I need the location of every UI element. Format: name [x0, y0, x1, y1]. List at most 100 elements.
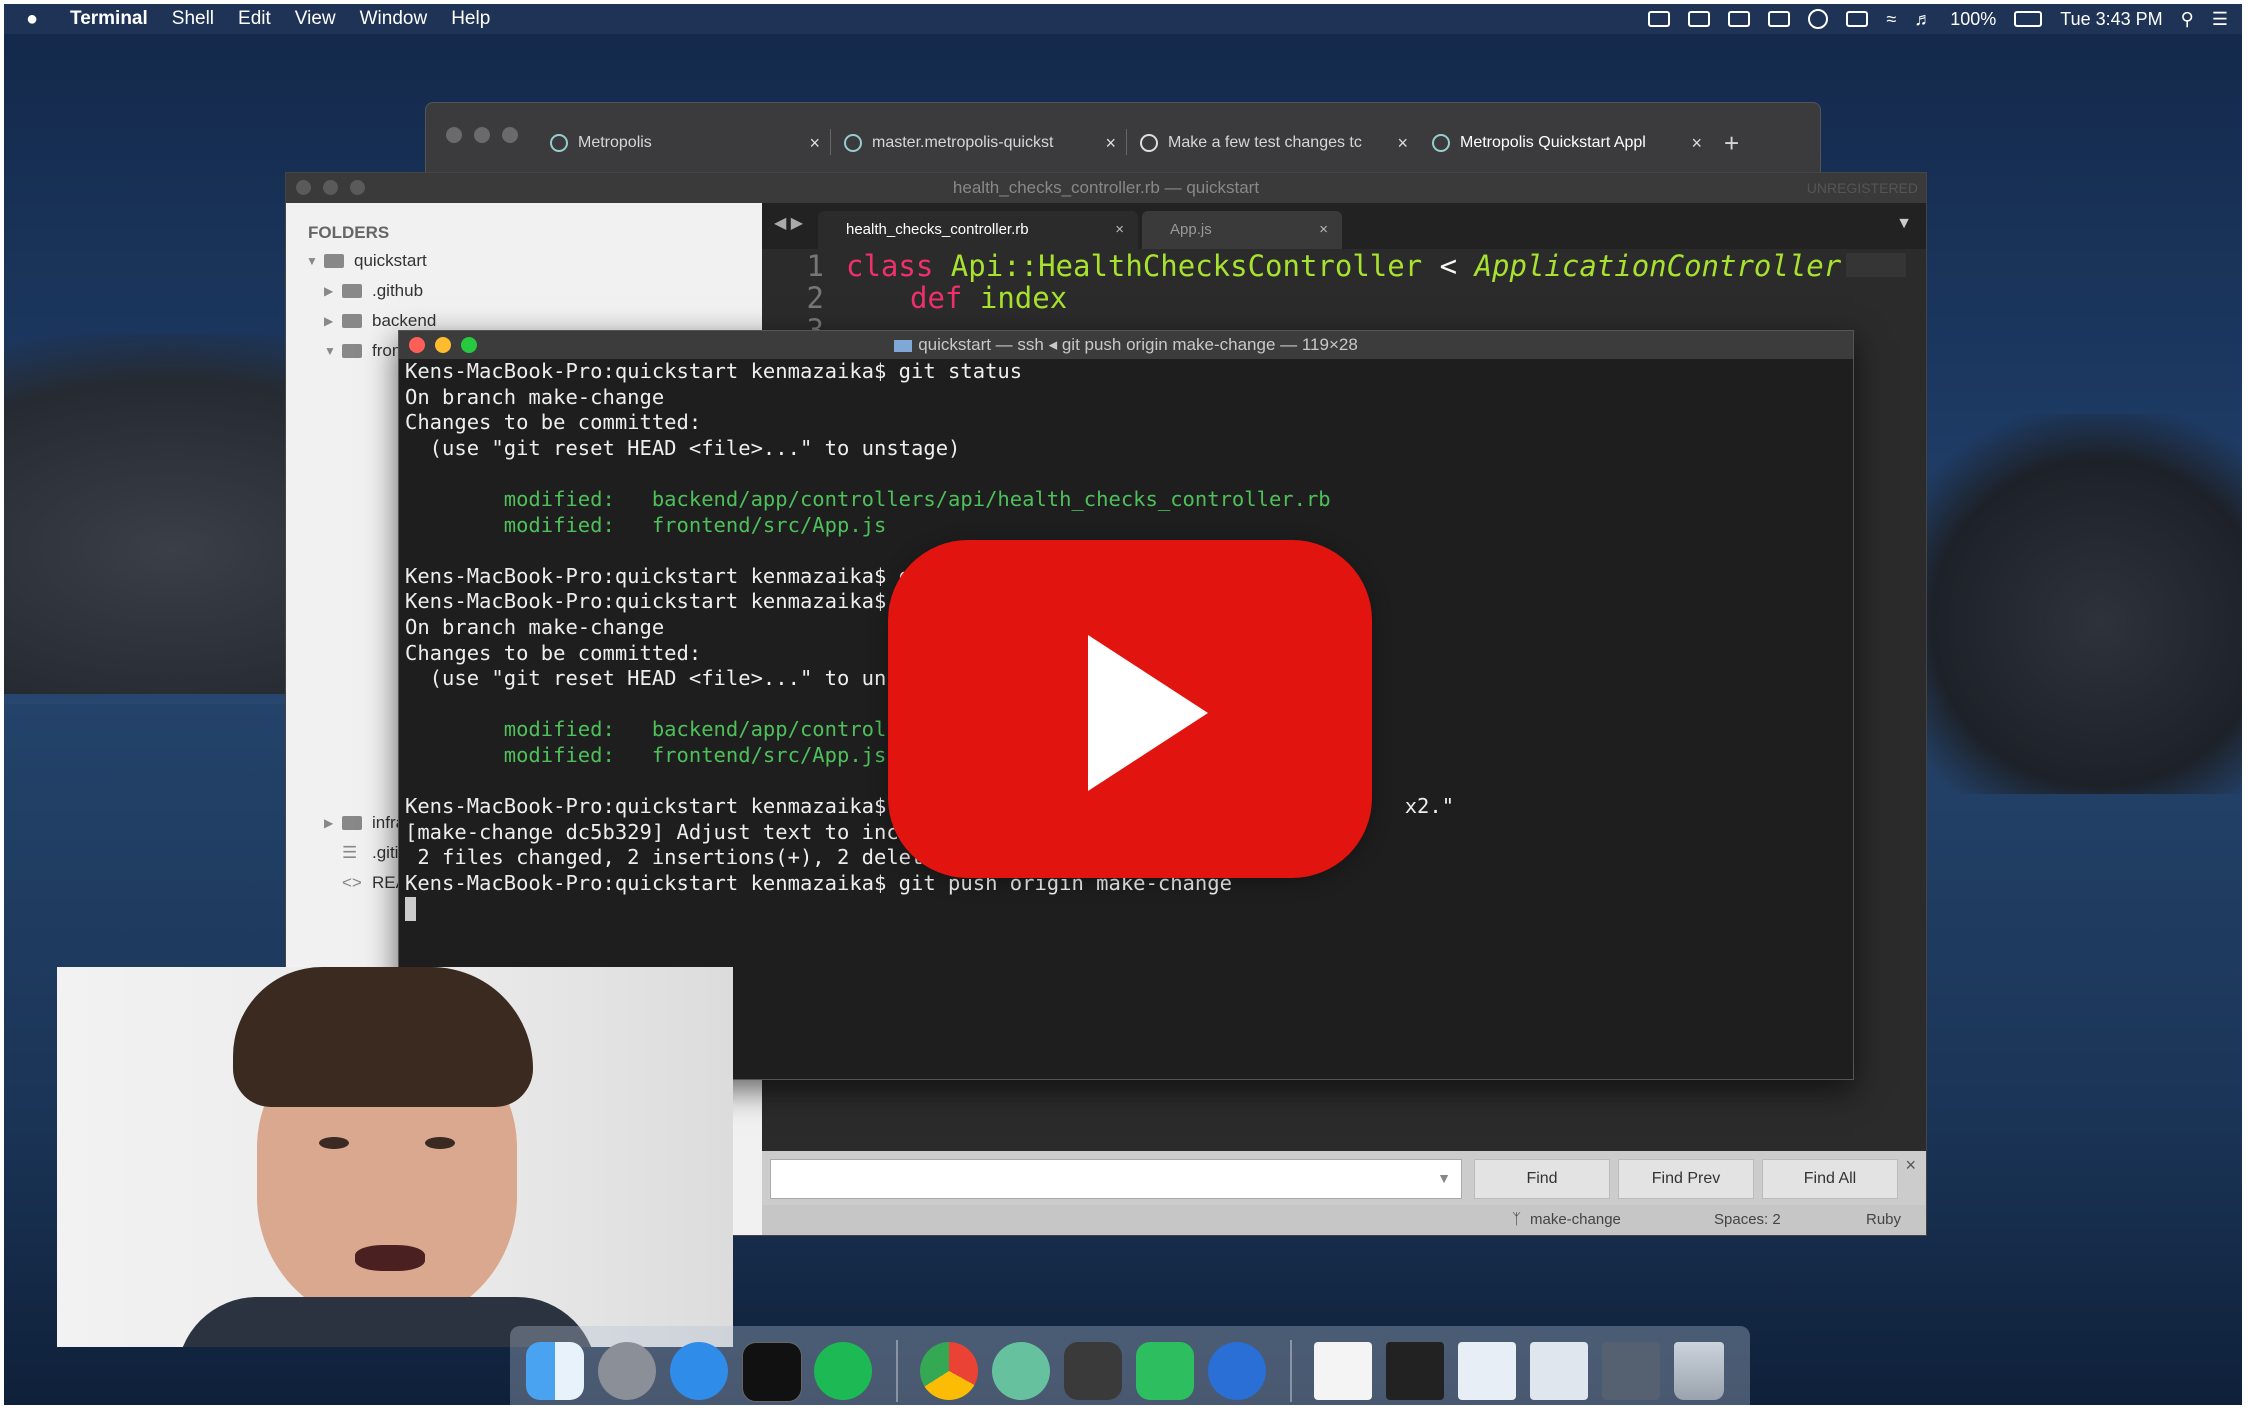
find-all-button[interactable]: Find All [1762, 1159, 1898, 1199]
find-bar: ▼ Find Find Prev Find All × [762, 1151, 1926, 1205]
youtube-play-button[interactable] [888, 540, 1372, 878]
volume-icon[interactable]: ♬ [1914, 9, 1932, 30]
apple-menu-icon[interactable]: ● [26, 8, 46, 31]
tree-item-infra[interactable]: ▶ infra [324, 813, 405, 833]
evernote-icon[interactable] [1136, 1342, 1194, 1400]
tab-divider [1126, 129, 1127, 155]
atom-icon[interactable] [992, 1342, 1050, 1400]
spotify-icon[interactable] [814, 1342, 872, 1400]
close-icon[interactable] [446, 127, 462, 143]
close-icon[interactable]: × [1319, 211, 1328, 249]
menu-edit[interactable]: Edit [238, 8, 271, 30]
menu-app-name[interactable]: Terminal [70, 8, 148, 30]
zoom-icon[interactable] [350, 180, 365, 195]
browser-tab-4[interactable]: Metropolis Quickstart Appl × [1432, 121, 1702, 165]
minimize-icon[interactable] [323, 180, 338, 195]
tab-divider [830, 129, 831, 155]
close-icon[interactable]: × [1105, 133, 1116, 154]
indentation-setting[interactable]: Spaces: 2 [1714, 1211, 1781, 1228]
clock[interactable]: Tue 3:43 PM [2060, 9, 2162, 30]
browser-window-icon[interactable] [1530, 1342, 1588, 1400]
desktop: ● Terminal Shell Edit View Window Help ≈… [4, 4, 2242, 1405]
chrome-icon[interactable] [920, 1342, 978, 1400]
sublime-title: health_checks_controller.rb — quickstart [952, 178, 1260, 197]
tree-item-quickstart[interactable]: ▼ quickstart [306, 251, 427, 271]
code-superclass: ApplicationController [1474, 249, 1842, 283]
chevron-down-icon[interactable]: ▼ [1437, 1170, 1451, 1186]
menu-view[interactable]: View [295, 8, 336, 30]
presenter-eye [319, 1137, 349, 1149]
time-machine-icon[interactable] [1808, 9, 1829, 29]
evernote-menu-icon[interactable] [1728, 11, 1751, 27]
sublime-title-bar: health_checks_controller.rb — quickstart… [286, 173, 1926, 203]
safari-icon[interactable] [670, 1342, 728, 1400]
browser-tab-3[interactable]: Make a few test changes tc × [1140, 121, 1408, 165]
tree-item-frontend[interactable]: ▼ fron [324, 341, 401, 361]
airplay-icon[interactable] [1846, 11, 1869, 27]
document-icon[interactable] [1314, 1342, 1372, 1400]
syntax-setting[interactable]: Ruby [1866, 1211, 1901, 1228]
spotlight-search-icon[interactable]: ⚲ [2181, 9, 2194, 30]
close-icon[interactable]: × [1397, 133, 1408, 154]
zoom-icon[interactable] [461, 337, 477, 353]
folder-icon [324, 254, 344, 268]
close-icon[interactable]: × [809, 133, 820, 154]
tab-app-js[interactable]: App.js × [1142, 211, 1342, 249]
browser-tab-2[interactable]: master.metropolis-quickst × [844, 121, 1116, 165]
menu-help[interactable]: Help [451, 8, 490, 30]
tree-item-label: backend [372, 311, 437, 330]
screen-record-icon[interactable] [1648, 11, 1671, 27]
new-tab-button[interactable]: + [1724, 121, 1754, 165]
browser-window-controls [446, 127, 518, 143]
zoom-icon[interactable] [502, 127, 518, 143]
sublime-icon[interactable] [1064, 1342, 1122, 1400]
editor-tab-bar: ◀ ▶ health_checks_controller.rb × App.js… [762, 203, 1926, 249]
screen-window-icon[interactable] [1602, 1342, 1660, 1400]
tab-nav-arrows-icon[interactable]: ◀ ▶ [774, 213, 803, 233]
folder-icon [342, 816, 362, 830]
find-button[interactable]: Find [1474, 1159, 1610, 1199]
tree-item-label: fron [372, 341, 402, 360]
close-icon[interactable] [409, 337, 425, 353]
tab-label: health_checks_controller.rb [846, 221, 1029, 238]
menu-window[interactable]: Window [360, 8, 428, 30]
terminal-line: On branch make-change [405, 384, 665, 409]
close-icon[interactable]: × [1691, 133, 1702, 154]
git-branch[interactable]: make-change [1530, 1211, 1621, 1228]
close-icon[interactable]: × [1115, 211, 1124, 249]
minimize-icon[interactable] [435, 337, 451, 353]
finder-icon[interactable] [526, 1342, 584, 1400]
terminal-icon[interactable] [742, 1342, 802, 1402]
chevron-down-icon: ▼ [324, 344, 336, 358]
browser-tab-label: master.metropolis-quickst [872, 134, 1054, 151]
tab-dropdown-icon[interactable]: ▼ [1896, 215, 1912, 233]
terminal-window-icon[interactable] [1386, 1342, 1444, 1400]
terminal-cursor-line [405, 896, 1853, 922]
minimize-icon[interactable] [474, 127, 490, 143]
trash-icon[interactable] [1674, 1342, 1724, 1400]
battery-icon[interactable] [2014, 11, 2043, 27]
tree-item-github[interactable]: ▶ .github [324, 281, 423, 301]
find-input[interactable]: ▼ [770, 1159, 1462, 1199]
chrome-window-icon[interactable] [1458, 1342, 1516, 1400]
tree-item-gitignore[interactable]: ☰ .giti [342, 843, 398, 863]
folders-header: FOLDERS [308, 223, 390, 242]
minimap[interactable] [1846, 253, 1906, 277]
launchpad-icon[interactable] [598, 1342, 656, 1400]
menu-shell[interactable]: Shell [172, 8, 214, 30]
sublime-window-controls [296, 180, 365, 195]
presenter-hair [233, 967, 533, 1107]
paste-icon[interactable] [1768, 11, 1791, 27]
tab-health-checks-controller[interactable]: health_checks_controller.rb × [818, 211, 1138, 249]
screenflick-icon[interactable] [1208, 1342, 1266, 1400]
close-icon[interactable]: × [1905, 1155, 1916, 1176]
tab-label: App.js [1170, 221, 1212, 238]
wifi-icon[interactable]: ≈ [1886, 9, 1896, 30]
docker-icon[interactable] [1688, 11, 1711, 27]
browser-tab-1[interactable]: Metropolis × [550, 121, 820, 165]
close-icon[interactable] [296, 180, 311, 195]
notification-center-icon[interactable]: ☰ [2212, 9, 2228, 30]
find-prev-button[interactable]: Find Prev [1618, 1159, 1754, 1199]
chevron-right-icon: ▶ [324, 314, 334, 328]
tree-item-backend[interactable]: ▶ backend [324, 311, 436, 331]
